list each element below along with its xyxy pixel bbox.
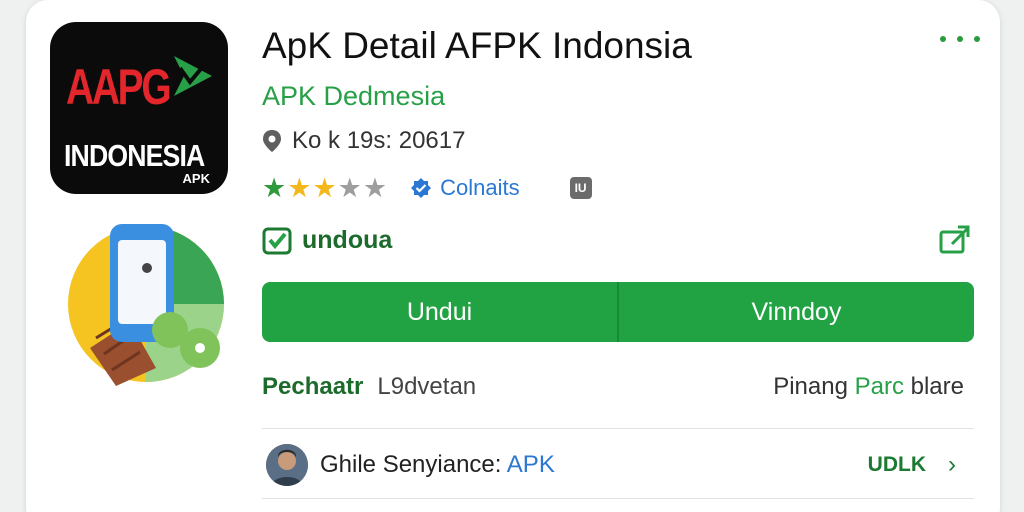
info-value: L9dvetan xyxy=(377,373,477,400)
info-right-text[interactable]: Pinang Parc blare xyxy=(773,373,974,401)
star-icon: ★ xyxy=(337,172,362,203)
comment-text: Ghile Senyiance: APK xyxy=(320,451,555,479)
app-icon: AAPG INDONESIA APK xyxy=(50,22,228,194)
star-icon: ★ xyxy=(362,172,388,203)
location-pin-icon xyxy=(263,130,281,152)
meta-row: Ko k 19s: 20617 xyxy=(262,126,465,156)
window-button[interactable]: Vinndoy xyxy=(617,282,974,342)
verified-check-icon xyxy=(411,178,432,198)
info-right-prefix: Pinang xyxy=(773,373,848,400)
star-icon: ★ xyxy=(287,172,312,203)
verified-label: Colnaits xyxy=(440,175,520,200)
info-right-suffix: blare xyxy=(910,373,964,400)
comment-link[interactable]: APK xyxy=(507,451,555,478)
download-status-label: undoua xyxy=(302,225,393,254)
meta-text: Ko k 19s: 20617 xyxy=(292,127,466,154)
info-right-green: Parc xyxy=(854,373,904,400)
more-options-icon[interactable] xyxy=(940,26,980,52)
comment-author: Ghile Senyiance: xyxy=(320,451,502,478)
info-badge: IU xyxy=(569,177,592,199)
logo-sub-text: APK xyxy=(182,171,210,186)
star-icon: ★ xyxy=(262,172,287,203)
download-check-icon xyxy=(262,227,292,255)
download-status: undoua xyxy=(262,224,392,256)
comment-row[interactable]: Ghile Senyiance: APK UDLK › xyxy=(262,440,974,490)
developer-link[interactable]: APK Dedmesia xyxy=(262,80,445,112)
download-button[interactable]: Undui xyxy=(262,282,617,342)
phone-illustration-icon xyxy=(68,224,224,386)
info-label: Pechaatr xyxy=(262,373,364,400)
share-icon[interactable] xyxy=(938,222,972,256)
comment-action-button[interactable]: UDLK xyxy=(868,453,926,477)
divider xyxy=(262,498,974,499)
app-title: ApK Detail AFPK Indonsia xyxy=(262,25,692,66)
star-icon: ★ xyxy=(312,172,337,203)
chevron-right-icon[interactable]: › xyxy=(948,451,956,479)
avatar xyxy=(266,444,308,486)
action-button-group: Undui Vinndoy xyxy=(262,282,974,342)
rating-row: ★ ★ ★ ★ ★ Colnaits IU xyxy=(262,172,592,204)
divider xyxy=(262,428,974,429)
info-row: Pechaatr L9dvetan Pinang Parc blare xyxy=(262,370,974,404)
logo-brand-text: AAPG xyxy=(66,59,172,115)
logo-arrow-icon xyxy=(174,56,212,96)
logo-word-text: INDONESIA xyxy=(64,138,205,173)
verified-link[interactable]: Colnaits xyxy=(410,175,520,201)
